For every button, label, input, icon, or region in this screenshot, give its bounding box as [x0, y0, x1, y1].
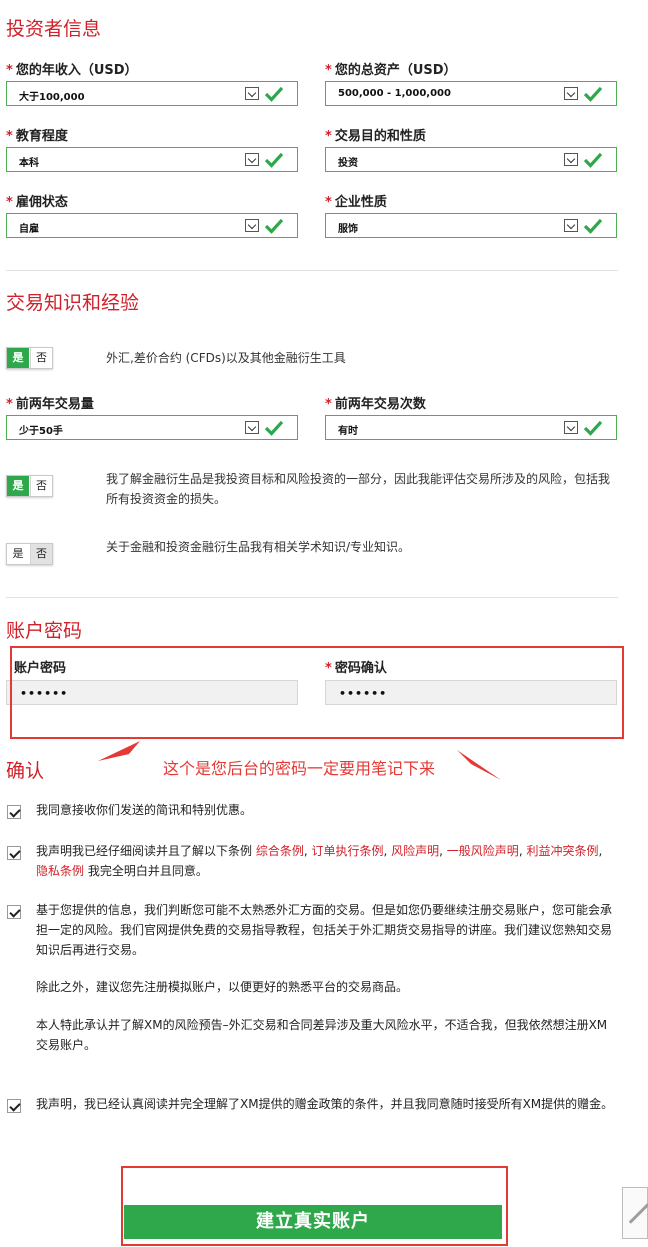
- divider: [6, 270, 618, 271]
- field-label-total-assets: * 您的总资产（USD）: [325, 63, 457, 78]
- education-select[interactable]: 本科: [6, 147, 298, 172]
- yes-no-toggle-academic-knowledge[interactable]: 是 否: [6, 543, 53, 565]
- question-derivatives: 外汇,差价合约 (CFDs)以及其他金融衍生工具: [106, 351, 346, 365]
- annotation-arrow-left-icon: [98, 741, 140, 761]
- trade-volume-select[interactable]: 少于50手: [6, 415, 298, 440]
- link-general-terms[interactable]: 综合条例: [256, 844, 304, 858]
- chevron-down-icon: [245, 87, 259, 100]
- link-privacy[interactable]: 隐私条例: [36, 864, 84, 878]
- chevron-down-icon: [245, 219, 259, 232]
- check-icon: [265, 420, 283, 436]
- check-icon: [265, 218, 283, 234]
- yes-no-toggle-derivatives[interactable]: 是 否: [6, 347, 53, 369]
- link-general-risk[interactable]: 一般风险声明: [447, 844, 519, 858]
- check-icon: [584, 420, 602, 436]
- check-icon: [584, 218, 602, 234]
- yes-no-toggle-risk-understanding[interactable]: 是 否: [6, 475, 53, 497]
- annual-income-select[interactable]: 大于100,000: [6, 81, 298, 106]
- confirm-risk-text-3: 本人特此承认并了解XM的风险预告–外汇交易和合同差异涉及重大风险水平，不适合我，…: [36, 1018, 608, 1052]
- total-assets-select[interactable]: 500,000 - 1,000,000: [325, 81, 617, 106]
- field-label-education: * 教育程度: [6, 129, 68, 144]
- field-label-annual-income: * 您的年收入（USD）: [6, 63, 138, 78]
- checkbox-risk-acknowledgement[interactable]: [7, 905, 21, 919]
- business-type-select[interactable]: 服饰: [325, 213, 617, 238]
- confirm-newsletter-text: 我同意接收你们发送的简讯和特别优惠。: [36, 803, 253, 817]
- toggle-no[interactable]: 否: [30, 544, 52, 564]
- question-academic-knowledge: 关于金融和投资金融衍生品我有相关学术知识/专业知识。: [106, 540, 411, 554]
- toggle-yes[interactable]: 是: [7, 544, 29, 564]
- check-icon: [265, 86, 283, 102]
- chevron-down-icon: [245, 421, 259, 434]
- chevron-down-icon: [245, 153, 259, 166]
- create-account-button[interactable]: 建立真实账户: [124, 1205, 502, 1239]
- section-title-password: 账户密码: [6, 620, 83, 642]
- chevron-down-icon: [564, 421, 578, 434]
- checkbox-bonus-policy[interactable]: [7, 1099, 21, 1113]
- divider: [6, 597, 618, 598]
- toggle-yes[interactable]: 是: [7, 348, 29, 368]
- confirm-terms-text: 我声明我已经仔细阅读并且了解以下条例 综合条例, 订单执行条例, 风险声明, 一…: [36, 844, 603, 878]
- toggle-yes[interactable]: 是: [7, 476, 29, 496]
- check-icon: [584, 86, 602, 102]
- section-title-investor: 投资者信息: [6, 18, 102, 40]
- toggle-no[interactable]: 否: [30, 348, 52, 368]
- field-label-trade-volume: * 前两年交易量: [6, 397, 94, 412]
- check-icon: [584, 152, 602, 168]
- section-title-confirm: 确认: [6, 760, 45, 782]
- field-label-business-type: * 企业性质: [325, 195, 387, 210]
- annotation-highlight-box: [10, 646, 624, 739]
- trade-purpose-select[interactable]: 投资: [325, 147, 617, 172]
- section-title-knowledge: 交易知识和经验: [6, 292, 140, 314]
- employment-select[interactable]: 自雇: [6, 213, 298, 238]
- field-label-trade-count: * 前两年交易次数: [325, 397, 426, 412]
- field-label-trade-purpose: * 交易目的和性质: [325, 129, 426, 144]
- link-risk-disclosure[interactable]: 风险声明: [391, 844, 439, 858]
- confirm-risk-text-1: 基于您提供的信息，我们判断您可能不太熟悉外汇方面的交易。但是如您仍要继续注册交易…: [36, 903, 613, 957]
- confirm-bonus-text: 我声明，我已经认真阅读并完全理解了XM提供的赠金政策的条件，并且我同意随时接受所…: [36, 1097, 614, 1111]
- chevron-down-icon: [564, 219, 578, 232]
- annotation-text: 这个是您后台的密码一定要用笔记下来: [163, 759, 436, 778]
- chevron-down-icon: [564, 153, 578, 166]
- annotation-arrow-right-icon: [457, 750, 501, 780]
- chevron-down-icon: [564, 87, 578, 100]
- edit-icon[interactable]: [622, 1187, 648, 1239]
- question-risk-understanding: 我了解金融衍生品是我投资目标和风险投资的一部分，因此我能评估交易所涉及的风险，包…: [106, 472, 611, 506]
- link-conflict-of-interest[interactable]: 利益冲突条例: [526, 844, 598, 858]
- check-icon: [265, 152, 283, 168]
- confirm-risk-text-2: 除此之外，建议您先注册模拟账户，以便更好的熟悉平台的交易商品。: [36, 980, 409, 994]
- checkbox-newsletter[interactable]: [7, 805, 21, 819]
- link-order-execution[interactable]: 订单执行条例: [311, 844, 383, 858]
- toggle-no[interactable]: 否: [30, 476, 52, 496]
- field-label-employment: * 雇佣状态: [6, 195, 68, 210]
- checkbox-terms[interactable]: [7, 846, 21, 860]
- trade-count-select[interactable]: 有时: [325, 415, 617, 440]
